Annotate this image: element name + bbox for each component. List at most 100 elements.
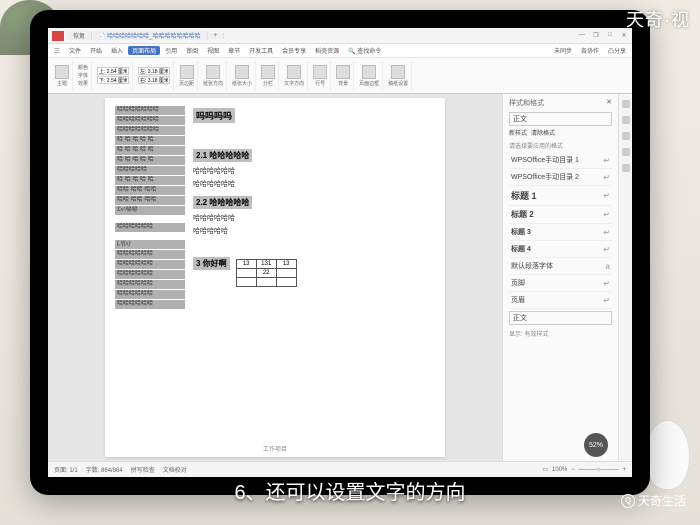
win-max-button[interactable]: □ <box>606 32 614 39</box>
rail-nav-icon[interactable] <box>622 132 630 140</box>
menu-collab[interactable]: 各协作 <box>577 46 603 55</box>
style-item[interactable]: 页脚↵ <box>509 275 612 292</box>
ribbon-columns[interactable]: 分栏 <box>258 60 279 91</box>
menu-start[interactable]: 开始 <box>86 46 106 55</box>
ribbon-colors[interactable]: 颜色 <box>78 64 88 71</box>
ribbon-watermark[interactable]: 稿纸设置 <box>385 60 412 91</box>
panel-close-button[interactable]: ✕ <box>606 98 612 108</box>
panel-section-label: 请选择要应用的格式 <box>509 141 612 150</box>
style-item[interactable]: 默认段落字体a <box>509 258 612 275</box>
zoom-slider[interactable]: ———○——— <box>579 467 619 473</box>
margin-top-input[interactable] <box>97 67 129 75</box>
placeholder-line: 哈哈哈哈哈哈哈 <box>115 106 185 115</box>
view-mode-icon[interactable]: ▭ <box>542 466 548 473</box>
style-item[interactable]: 标题 1↵ <box>509 186 612 206</box>
menu-member[interactable]: 会员专享 <box>278 46 310 55</box>
menu-devtools[interactable]: 开发工具 <box>245 46 277 55</box>
menu-view[interactable]: 视图 <box>203 46 223 55</box>
margin-bottom-input[interactable] <box>97 76 129 84</box>
clear-format-button[interactable]: 清除格式 <box>531 128 555 137</box>
style-item[interactable]: 标题 2↵ <box>509 206 612 224</box>
floating-zoom-badge[interactable]: 52% <box>584 433 608 457</box>
ribbon: 主题 颜色字体效果 页边距 纸张方向 纸张大小 分栏 文字方向 行号 背景 页面… <box>48 58 632 94</box>
tutorial-caption: 6、还可以设置文字的方向 <box>234 476 465 505</box>
page-area[interactable]: 哈哈哈哈哈哈哈 哈哈哈哈哈哈哈 哈哈哈哈哈哈哈 哈 哈 哈 哈 哈 哈 哈 哈 … <box>48 94 502 461</box>
style-item[interactable]: 页眉↵ <box>509 292 612 309</box>
screen: 恢复 📄 哈哈哈哈哈哈哈_哈哈哈哈哈哈哈哈 + — ❐ □ ✕ 三 文件 开始 … <box>48 28 632 477</box>
status-spell[interactable]: 拼写检查 <box>131 465 155 474</box>
direction-icon <box>287 65 301 79</box>
ribbon-effects[interactable]: 效果 <box>78 80 88 87</box>
formula-line: Σx²哈哈 <box>115 206 185 215</box>
menu-file[interactable]: 文件 <box>65 46 85 55</box>
menu-chapter[interactable]: 章节 <box>224 46 244 55</box>
margin-left-input[interactable] <box>138 67 170 75</box>
rail-backup-icon[interactable] <box>622 164 630 172</box>
ribbon-margins[interactable]: 页边距 <box>176 60 198 91</box>
tab-document[interactable]: 📄 哈哈哈哈哈哈哈_哈哈哈哈哈哈哈哈 <box>92 31 207 40</box>
theme-icon <box>55 65 69 79</box>
rail-select-icon[interactable] <box>622 116 630 124</box>
style-item[interactable]: WPSOffice手动目录 2↵ <box>509 169 612 186</box>
menubar: 三 文件 开始 插入 页面布局 引用 审阅 视图 章节 开发工具 会员专享 稻壳… <box>48 44 632 58</box>
doc-table[interactable]: 1313113 22 <box>236 259 297 287</box>
menu-insert[interactable]: 插入 <box>107 46 127 55</box>
doc-left-column: 哈哈哈哈哈哈哈 哈哈哈哈哈哈哈 哈哈哈哈哈哈哈 哈 哈 哈 哈 哈 哈 哈 哈 … <box>115 106 185 453</box>
doc-heading-3: 3 你好啊 <box>193 257 230 270</box>
margins-icon <box>180 65 194 79</box>
ribbon-bg[interactable]: 背景 <box>333 60 354 91</box>
style-item[interactable]: 标题 3↵ <box>509 224 612 241</box>
menu-references[interactable]: 引用 <box>161 46 181 55</box>
zoom-value[interactable]: 100% <box>552 467 567 473</box>
win-restore-button[interactable]: ❐ <box>592 32 600 39</box>
ribbon-linenum[interactable]: 行号 <box>310 60 331 91</box>
size-icon <box>235 65 249 79</box>
menu-search[interactable]: 🔍 查找命令 <box>344 46 385 55</box>
tab-new[interactable]: + <box>208 33 225 39</box>
tab-recovery[interactable]: 恢复 <box>67 31 92 40</box>
titlebar: 恢复 📄 哈哈哈哈哈哈哈_哈哈哈哈哈哈哈哈 + — ❐ □ ✕ <box>48 28 632 44</box>
formula-line: ∫ₐᵇf(x) <box>115 240 185 249</box>
bg-icon <box>336 65 350 79</box>
rail-styles-icon[interactable] <box>622 100 630 108</box>
menu-resources[interactable]: 稻壳资源 <box>311 46 343 55</box>
menu-sync[interactable]: 未同步 <box>550 46 576 55</box>
doc-heading-22: 2.2 哈哈哈哈哈 <box>193 196 252 209</box>
style-item[interactable]: 标题 4↵ <box>509 241 612 258</box>
rail-props-icon[interactable] <box>622 148 630 156</box>
zoom-in-button[interactable]: + <box>622 467 626 473</box>
status-page[interactable]: 页面: 1/1 <box>54 465 78 474</box>
desk-mouse <box>645 420 690 490</box>
menu-share[interactable]: 凸分享 <box>604 46 630 55</box>
new-style-button[interactable]: 新样式 <box>509 128 527 137</box>
status-words[interactable]: 字数: 864/864 <box>86 465 123 474</box>
doc-heading-21: 2.1 哈哈哈哈哈 <box>193 149 252 162</box>
panel-show-label: 显示: 有效样式 <box>509 329 612 338</box>
border-icon <box>362 65 376 79</box>
ribbon-border[interactable]: 页面边框 <box>356 60 383 91</box>
ribbon-theme[interactable]: 主题 <box>52 60 73 91</box>
ribbon-orientation[interactable]: 纸张方向 <box>200 60 227 91</box>
watermark-logo-icon: Q <box>621 494 635 508</box>
status-sync[interactable]: 文档校对 <box>163 465 187 474</box>
document-page: 哈哈哈哈哈哈哈 哈哈哈哈哈哈哈 哈哈哈哈哈哈哈 哈 哈 哈 哈 哈 哈 哈 哈 … <box>105 98 445 457</box>
zoom-out-button[interactable]: − <box>571 467 575 473</box>
menu-review[interactable]: 审阅 <box>182 46 202 55</box>
win-close-button[interactable]: ✕ <box>620 32 628 39</box>
ribbon-direction[interactable]: 文字方向 <box>281 60 308 91</box>
monitor-frame: 恢复 📄 哈哈哈哈哈哈哈_哈哈哈哈哈哈哈哈 + — ❐ □ ✕ 三 文件 开始 … <box>30 10 650 495</box>
columns-icon <box>261 65 275 79</box>
menu-page-layout[interactable]: 页面布局 <box>128 46 160 55</box>
style-body-dropdown[interactable]: 正文 <box>509 311 612 325</box>
current-style-dropdown[interactable]: 正文 <box>509 112 612 126</box>
ribbon-size[interactable]: 纸张大小 <box>229 60 256 91</box>
linenum-icon <box>313 65 327 79</box>
doc-right-column: 吗吗吗吗 2.1 哈哈哈哈哈 哈哈哈哈哈哈 哈哈哈哈哈哈 2.2 哈哈哈哈哈 哈… <box>193 106 435 453</box>
ribbon-fonts[interactable]: 字体 <box>78 72 88 79</box>
menu-hamburger[interactable]: 三 <box>50 46 64 55</box>
win-min-button[interactable]: — <box>578 32 586 39</box>
margin-right-input[interactable] <box>138 76 170 84</box>
style-item[interactable]: WPSOffice手动目录 1↵ <box>509 152 612 169</box>
watermark-bottom: Q 天奇生活 <box>621 492 686 509</box>
orientation-icon <box>206 65 220 79</box>
